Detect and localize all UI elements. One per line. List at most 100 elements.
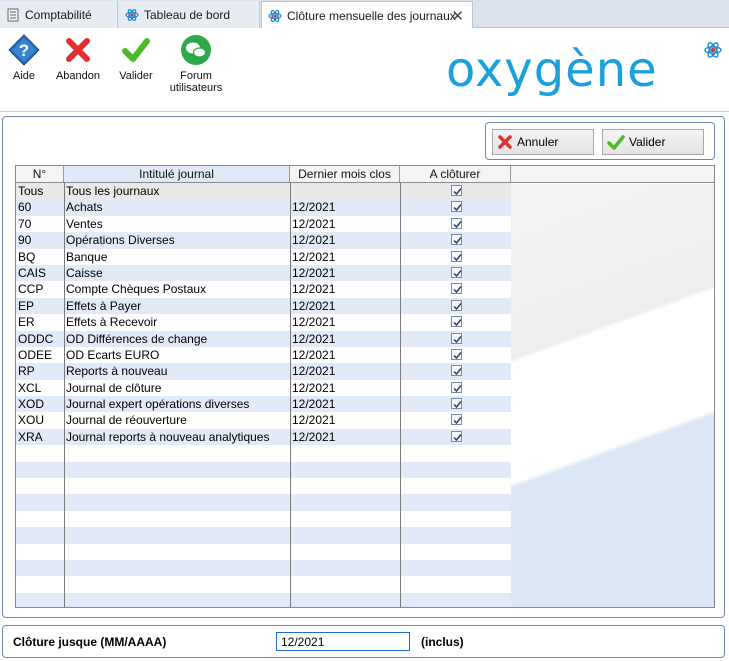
forum-button[interactable]: Forum utilisateurs	[166, 34, 226, 94]
to-close-checkbox[interactable]	[450, 430, 462, 442]
to-close-cell	[402, 363, 510, 379]
journal-code: ODDC	[18, 331, 54, 346]
to-close-cell	[402, 396, 510, 412]
help-button[interactable]: ? Aide	[0, 34, 54, 82]
table-row[interactable]: CAIS Caisse 12/2021	[16, 264, 511, 282]
header-last-month[interactable]: Dernier mois clos	[290, 166, 400, 182]
to-close-cell	[402, 298, 510, 314]
tab-bar: Comptabilité Tableau de bord Clôture men…	[0, 0, 729, 29]
table-row[interactable]: ER Effets à Recevoir 12/2021	[16, 314, 511, 330]
to-close-checkbox[interactable]	[450, 266, 462, 278]
journal-label: Journal reports à nouveau analytiques	[66, 429, 270, 444]
to-close-checkbox[interactable]	[450, 365, 462, 377]
tab-label: Clôture mensuelle des journaux	[287, 8, 456, 23]
journal-label: Journal expert opérations diverses	[66, 397, 250, 412]
journal-code: BQ	[18, 249, 36, 264]
to-close-cell	[402, 216, 510, 232]
checkmark-icon	[122, 38, 150, 62]
journal-label: Opérations Diverses	[66, 233, 175, 248]
to-close-cell	[402, 183, 510, 199]
journal-code: CAIS	[18, 265, 47, 280]
table-row[interactable]: Tous Tous les journaux	[16, 183, 511, 200]
header-to-close[interactable]: A clôturer	[400, 166, 511, 182]
journal-code: RP	[18, 364, 35, 379]
to-close-cell	[402, 412, 510, 428]
toolbar: ? Aide Abandon Valider Forum utilisateurs…	[0, 28, 729, 112]
tab-comptabilite[interactable]: Comptabilité	[0, 1, 118, 28]
to-close-cell	[402, 265, 510, 281]
to-close-checkbox[interactable]	[450, 201, 462, 213]
journal-label: Reports à nouveau	[66, 364, 168, 379]
to-close-checkbox[interactable]	[450, 398, 462, 410]
to-close-cell	[402, 380, 510, 396]
last-closed-month: 12/2021	[292, 282, 336, 297]
table-row[interactable]: 60 Achats 12/2021	[16, 199, 511, 216]
to-close-checkbox[interactable]	[450, 217, 462, 229]
table-row[interactable]: ODDC OD Différences de change 12/2021	[16, 330, 511, 347]
journal-code: XRA	[18, 429, 43, 444]
to-close-checkbox[interactable]	[450, 283, 462, 295]
to-close-checkbox[interactable]	[450, 250, 462, 262]
validate-toolbar-button[interactable]: Valider	[106, 34, 166, 82]
journal-label: Banque	[66, 249, 108, 264]
to-close-checkbox[interactable]	[450, 381, 462, 393]
tab-cloture-mensuelle[interactable]: Clôture mensuelle des journaux ✕	[261, 1, 473, 29]
empty-row	[16, 559, 511, 577]
oxygene-logo: oxygène	[446, 42, 658, 98]
header-code[interactable]: N°	[16, 166, 64, 182]
last-closed-month: 12/2021	[292, 216, 336, 231]
last-closed-month: 12/2021	[292, 347, 336, 362]
to-close-checkbox[interactable]	[450, 332, 462, 344]
closing-date-input[interactable]	[276, 632, 410, 651]
to-close-checkbox[interactable]	[450, 316, 462, 328]
header-label[interactable]: Intitulé journal	[64, 166, 290, 182]
ledger-icon	[6, 8, 20, 22]
table-row[interactable]: RP Reports à nouveau 12/2021	[16, 363, 511, 380]
to-close-cell	[402, 347, 510, 363]
last-closed-month: 12/2021	[292, 331, 336, 346]
table-row[interactable]: 90 Opérations Diverses 12/2021	[16, 232, 511, 249]
journal-label: Compte Chèques Postaux	[66, 282, 207, 297]
abandon-button[interactable]: Abandon	[48, 34, 108, 82]
grid-header: N° Intitulé journal Dernier mois clos A …	[16, 166, 714, 183]
table-row[interactable]: XRA Journal reports à nouveau analytiques…	[16, 428, 511, 446]
empty-row	[16, 511, 511, 527]
tab-tableau-de-bord[interactable]: Tableau de bord	[119, 1, 260, 28]
empty-row	[16, 592, 511, 607]
last-closed-month: 12/2021	[292, 249, 336, 264]
table-row[interactable]: EP Effets à Payer 12/2021	[16, 297, 511, 315]
help-icon: ?	[8, 34, 40, 66]
cancel-button[interactable]: Annuler	[492, 129, 594, 155]
to-close-checkbox[interactable]	[450, 299, 462, 311]
to-close-checkbox[interactable]	[450, 414, 462, 426]
to-close-checkbox[interactable]	[450, 185, 462, 196]
journal-code: XOU	[18, 413, 45, 428]
to-close-cell	[402, 232, 510, 248]
table-row[interactable]: XOU Journal de réouverture 12/2021	[16, 412, 511, 428]
table-row[interactable]: ODEE OD Ecarts EURO 12/2021	[16, 347, 511, 363]
closing-date-label: Clôture jusque (MM/AAAA)	[13, 635, 167, 649]
cross-icon	[498, 135, 512, 149]
to-close-checkbox[interactable]	[450, 234, 462, 246]
close-icon[interactable]: ✕	[451, 7, 464, 25]
cancel-label: Annuler	[517, 135, 559, 149]
table-row[interactable]: XCL Journal de clôture 12/2021	[16, 380, 511, 396]
last-closed-month: 12/2021	[292, 380, 336, 395]
journal-label: Effets à Recevoir	[66, 315, 158, 330]
validate-button[interactable]: Valider	[602, 129, 704, 155]
journal-code: CCP	[18, 282, 44, 297]
journal-code: ER	[18, 315, 35, 330]
table-row[interactable]: 70 Ventes 12/2021	[16, 216, 511, 232]
journal-code: 70	[18, 216, 32, 231]
table-row[interactable]: XOD Journal expert opérations diverses 12/…	[16, 396, 511, 413]
journal-label: Achats	[66, 200, 103, 215]
journal-label: OD Ecarts EURO	[66, 347, 160, 362]
journal-code: 60	[18, 200, 32, 215]
table-row[interactable]: CCP Compte Chèques Postaux 12/2021	[16, 281, 511, 297]
last-closed-month: 12/2021	[292, 315, 336, 330]
last-closed-month: 12/2021	[292, 429, 336, 444]
to-close-cell	[402, 249, 510, 265]
to-close-checkbox[interactable]	[450, 348, 462, 360]
table-row[interactable]: BQ Banque 12/2021	[16, 249, 511, 265]
last-closed-month: 12/2021	[292, 298, 336, 313]
